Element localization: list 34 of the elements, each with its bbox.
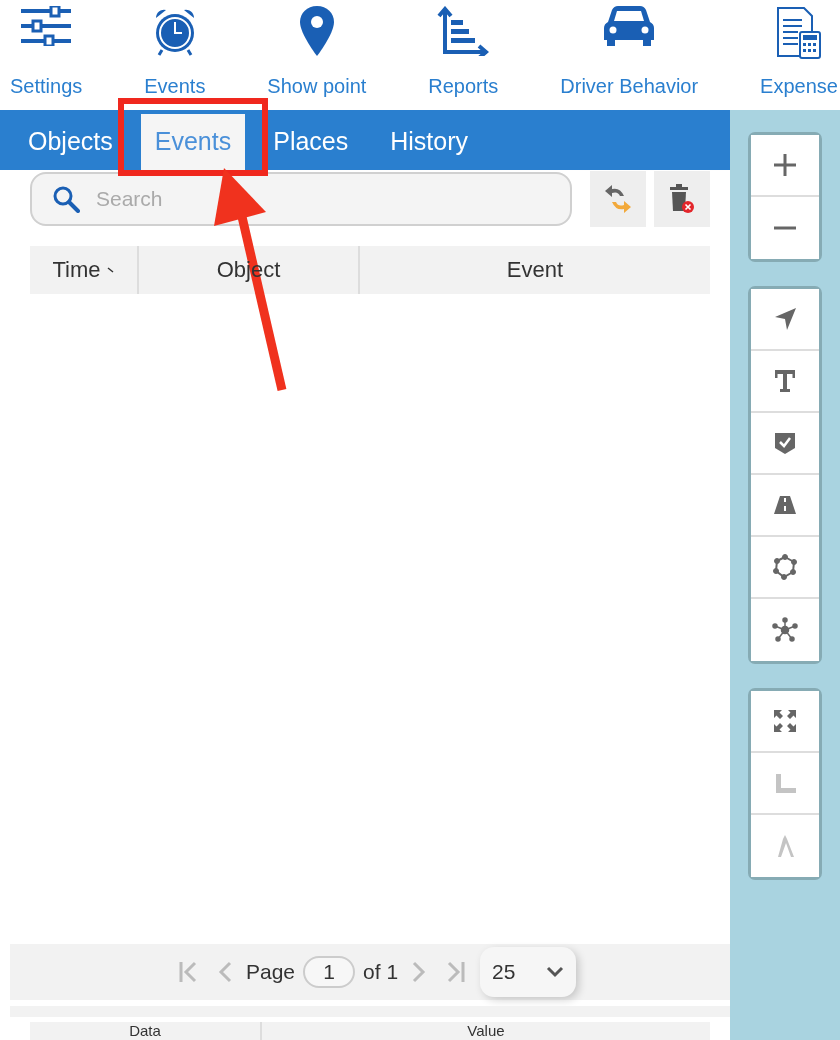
toolbar-button[interactable]: Expense [760, 0, 838, 110]
settings-icon [21, 6, 72, 46]
map-tool-button[interactable] [751, 289, 819, 351]
toolbar-button[interactable]: Settings [10, 0, 83, 110]
car-icon [604, 6, 655, 46]
map-pin-icon [299, 6, 334, 56]
column-header[interactable]: Value [262, 1022, 710, 1040]
tab[interactable]: History [376, 114, 483, 170]
tab[interactable]: Objects [14, 114, 127, 170]
refresh-icon [604, 183, 632, 215]
chevron-down-icon [546, 966, 565, 978]
toolbar-button[interactable]: Driver Behavior [560, 0, 699, 110]
bar-chart-icon [437, 6, 490, 56]
page-label: Page [246, 960, 296, 984]
tab[interactable]: Events [140, 114, 246, 170]
page-size-dropdown[interactable]: 25 [480, 947, 577, 997]
map-tool-button[interactable] [751, 135, 819, 197]
page-number-field[interactable]: 1 [303, 956, 356, 988]
search-field[interactable]: Search [30, 172, 572, 226]
column-header[interactable]: Time [30, 246, 139, 294]
tab[interactable]: Places [259, 114, 363, 170]
toolbar-button[interactable]: Events [144, 0, 206, 110]
search-icon [52, 185, 80, 213]
toolbar-button[interactable]: Reports [428, 0, 499, 110]
column-header[interactable]: Event [360, 246, 710, 294]
search-input[interactable]: Search [94, 186, 498, 212]
page-count: of 1 [363, 960, 399, 984]
column-header[interactable]: Data [30, 1022, 262, 1040]
trash-delete-icon [668, 183, 696, 215]
map-tool-button[interactable] [751, 691, 819, 753]
calculator-document-icon [776, 6, 822, 60]
toolbar-button[interactable]: Show point [267, 0, 367, 110]
refresh-button[interactable] [590, 171, 646, 227]
delete-button[interactable] [654, 171, 710, 227]
